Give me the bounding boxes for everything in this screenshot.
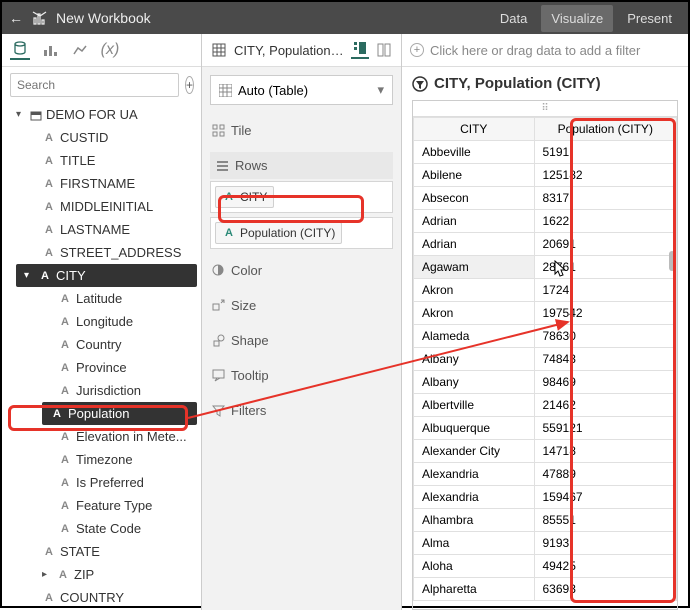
chart-icon [32,10,48,26]
add-filter-icon: + [410,43,424,57]
viz-title: CITY, Population (CITY) [402,67,688,100]
field-middleinitial[interactable]: AMIDDLEINITIAL [2,195,201,218]
col-city[interactable]: CITY [414,118,535,141]
table-row[interactable]: Albertville21462 [414,394,677,417]
layout2-icon[interactable] [375,41,393,59]
field-country-top[interactable]: ACOUNTRY [2,586,201,609]
line-mode-icon[interactable] [70,40,90,60]
field-city[interactable]: ▾ACITY [16,264,197,287]
rows-shelf[interactable]: ACITY [210,181,393,213]
workbook-title: New Workbook [56,10,151,26]
size-shelf[interactable]: Size [210,292,393,319]
back-icon[interactable]: ← [8,10,24,26]
table-row[interactable]: Albany98469 [414,371,677,394]
field-population[interactable]: APopulation [42,402,197,425]
field-latitude[interactable]: ALatitude [2,287,201,310]
table-row[interactable]: Akron1724 [414,279,677,302]
table-row[interactable]: Akron197542 [414,302,677,325]
field-title[interactable]: ATITLE [2,149,201,172]
table-row[interactable]: Adrian1622 [414,210,677,233]
scrollbar-thumb[interactable] [669,251,675,271]
field-firstname[interactable]: AFIRSTNAME [2,172,201,195]
tree-root[interactable]: ▾DEMO FOR UA [2,103,201,126]
table-row[interactable]: Abilene125182 [414,164,677,187]
viz-type-select[interactable]: Auto (Table)▾ [210,75,393,105]
table-row[interactable]: Agawam28761 [414,256,677,279]
field-state[interactable]: ASTATE [2,540,201,563]
table-row[interactable]: Absecon8317 [414,187,677,210]
filters-shelf[interactable]: Filters [210,397,393,424]
table-row[interactable]: Adrian20691 [414,233,677,256]
data-table-container: ⠿ CITY Population (CITY) Abbeville5191Ab… [412,100,678,610]
color-shelf[interactable]: Color [210,257,393,284]
field-lastname[interactable]: ALASTNAME [2,218,201,241]
field-timezone[interactable]: ATimezone [2,448,201,471]
layout1-icon[interactable] [351,41,369,59]
table-row[interactable]: Abbeville5191 [414,141,677,164]
calc-mode-icon[interactable]: (x) [100,40,120,60]
col-population[interactable]: Population (CITY) [534,118,677,141]
shape-shelf[interactable]: Shape [210,327,393,354]
pill-population[interactable]: APopulation (CITY) [215,222,342,244]
table-row[interactable]: Alameda78630 [414,325,677,348]
data-table: CITY Population (CITY) Abbeville5191Abil… [413,117,677,601]
cursor-icon [554,260,570,278]
field-country[interactable]: ACountry [2,333,201,356]
table-icon [210,41,228,59]
data-panel: (x) + ▾DEMO FOR UA ACUSTID ATITLE AFIRST… [2,34,202,610]
field-tree: ▾DEMO FOR UA ACUSTID ATITLE AFIRSTNAME A… [2,103,201,610]
tile-shelf[interactable]: Tile [210,117,393,144]
data-mode-icon[interactable] [10,40,30,60]
filter-icon [412,76,428,92]
field-elevation[interactable]: AElevation in Mete... [2,425,201,448]
field-is-preferred[interactable]: AIs Preferred [2,471,201,494]
pill-city[interactable]: ACITY [215,186,274,208]
tab-data[interactable]: Data [490,5,537,32]
bar-mode-icon[interactable] [40,40,60,60]
table-row[interactable]: Alexandria159467 [414,486,677,509]
tab-visualize[interactable]: Visualize [541,5,613,32]
topbar: ← New Workbook Data Visualize Present [2,2,688,34]
field-street-address[interactable]: ASTREET_ADDRESS [2,241,201,264]
tab-present[interactable]: Present [617,5,682,32]
field-province[interactable]: AProvince [2,356,201,379]
rows-shelf-2[interactable]: APopulation (CITY) [210,217,393,249]
config-panel: CITY, Population (CI... Auto (Table)▾ Ti… [202,34,402,610]
rows-shelf-label: Rows [210,152,393,179]
table-row[interactable]: Alhambra85551 [414,509,677,532]
table-row[interactable]: Albany74843 [414,348,677,371]
search-input[interactable] [10,73,179,97]
table-row[interactable]: Alma9193 [414,532,677,555]
table-row[interactable]: Alexander City14718 [414,440,677,463]
table-row[interactable]: Aloha49425 [414,555,677,578]
add-data-button[interactable]: + [185,76,194,94]
field-jurisdiction[interactable]: AJurisdiction [2,379,201,402]
field-state-code[interactable]: AState Code [2,517,201,540]
table-row[interactable]: Alpharetta63693 [414,578,677,601]
config-breadcrumb[interactable]: CITY, Population (CI... [234,43,345,58]
field-zip[interactable]: ▸AZIP [2,563,201,586]
field-custid[interactable]: ACUSTID [2,126,201,149]
tooltip-shelf[interactable]: Tooltip [210,362,393,389]
drag-handle[interactable]: ⠿ [413,101,677,117]
table-row[interactable]: Alexandria47889 [414,463,677,486]
visualization-panel: + Click here or drag data to add a filte… [402,34,688,610]
table-row[interactable]: Albuquerque559121 [414,417,677,440]
field-longitude[interactable]: ALongitude [2,310,201,333]
field-feature-type[interactable]: AFeature Type [2,494,201,517]
filter-drop-zone[interactable]: + Click here or drag data to add a filte… [402,34,688,67]
